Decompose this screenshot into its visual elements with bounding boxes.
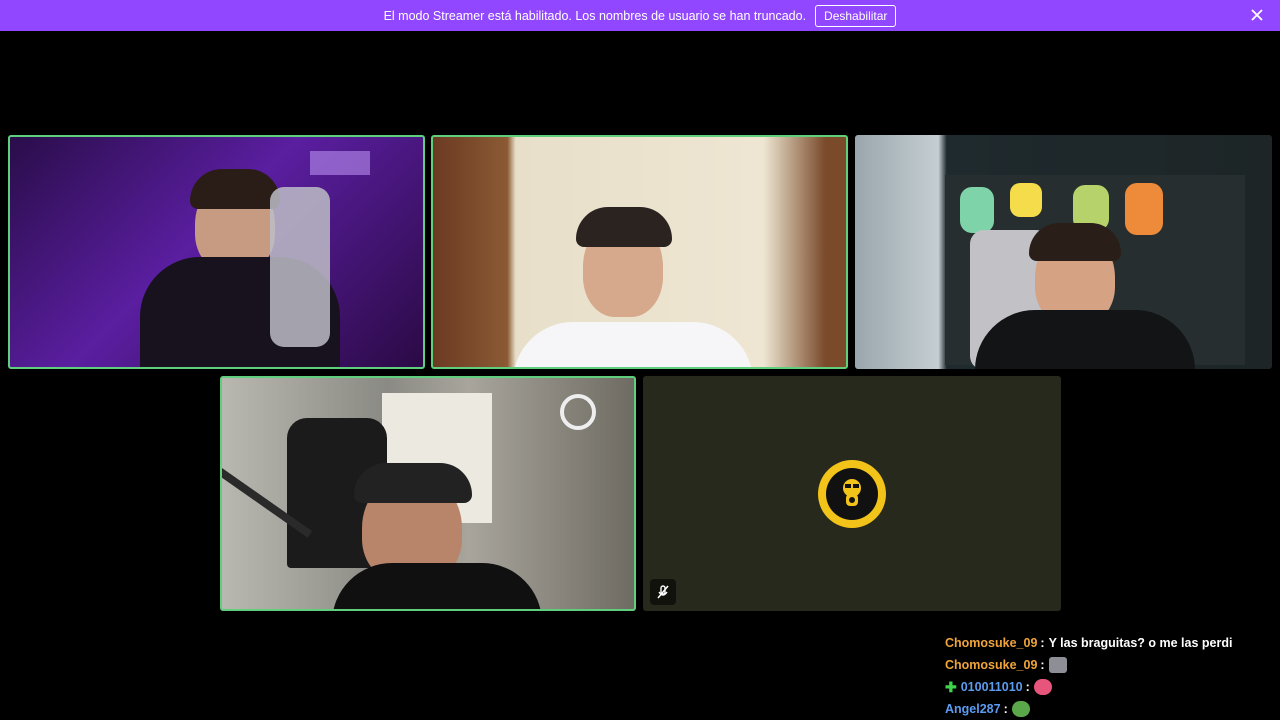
close-icon[interactable] xyxy=(1248,6,1266,24)
plush-toy xyxy=(1010,183,1042,217)
plush-toy xyxy=(960,187,994,233)
chat-message: Chomosuke_09 : Y las braguitas? o me las… xyxy=(945,632,1275,654)
participant-hair xyxy=(576,207,672,247)
chat-separator: : xyxy=(1040,636,1045,650)
video-tile-3[interactable] xyxy=(855,135,1272,369)
participant-shirt xyxy=(332,563,542,609)
plus-badge-icon: ✚ xyxy=(945,678,957,695)
chat-username: Chomosuke_09 xyxy=(945,636,1038,650)
participant-hair xyxy=(190,169,280,209)
chat-message: ✚ 010011010 : xyxy=(945,676,1275,698)
chat-separator: : xyxy=(1025,680,1030,694)
pepe-emote-icon xyxy=(1011,701,1030,717)
video-tile-4[interactable] xyxy=(220,376,636,611)
gaming-chair xyxy=(270,187,330,347)
disable-streamer-mode-button[interactable]: Deshabilitar xyxy=(815,4,897,27)
chat-separator: : xyxy=(1040,658,1045,672)
chat-username: 010011010 xyxy=(960,680,1023,694)
cat-emote-icon xyxy=(1048,657,1067,673)
banner-text: El modo Streamer está habilitado. Los no… xyxy=(383,8,807,23)
chat-overlay: Chomosuke_09 : Y las braguitas? o me las… xyxy=(945,632,1275,720)
video-tile-2[interactable] xyxy=(431,135,848,369)
pink-emote-icon xyxy=(1033,679,1052,695)
video-tile-1[interactable] xyxy=(8,135,425,369)
participant-shirt xyxy=(975,310,1195,369)
participant-avatar xyxy=(818,460,886,528)
gas-mask-avatar-icon xyxy=(826,468,878,520)
participant-shirt xyxy=(513,322,753,367)
headphones xyxy=(354,463,472,503)
participant-hair xyxy=(1029,223,1121,261)
chat-message: Angel287 : xyxy=(945,698,1275,720)
chat-message: Chomosuke_09 : xyxy=(945,654,1275,676)
chat-separator: : xyxy=(1003,702,1008,716)
plush-toy xyxy=(1125,183,1163,235)
chat-text: Y las braguitas? o me las perdi xyxy=(1048,636,1233,650)
video-tile-5[interactable] xyxy=(643,376,1061,611)
chat-username: Chomosuke_09 xyxy=(945,658,1038,672)
mic-muted-icon[interactable] xyxy=(650,579,676,605)
streamer-mode-banner: El modo Streamer está habilitado. Los no… xyxy=(0,0,1280,31)
ring-light xyxy=(560,394,596,430)
chat-username: Angel287 xyxy=(945,702,1001,716)
wall-decor xyxy=(310,151,370,175)
